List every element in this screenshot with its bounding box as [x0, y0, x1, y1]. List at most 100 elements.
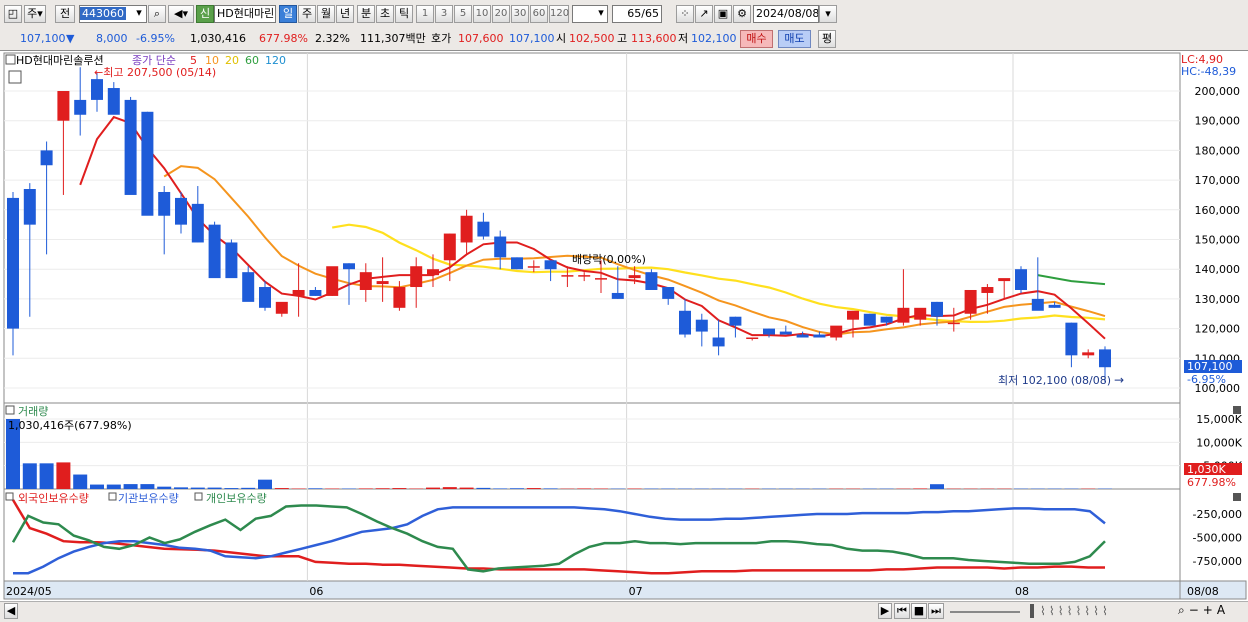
volume-bar — [140, 484, 154, 489]
price-tick-label: 130,000 — [1195, 293, 1241, 306]
interval-60[interactable]: 60 — [530, 5, 548, 23]
count-field[interactable]: 65/65 — [612, 5, 662, 23]
period-minute-label: 분 — [361, 7, 371, 20]
price-tick-label: 150,000 — [1195, 234, 1241, 247]
stop-icon[interactable]: ■ — [911, 603, 927, 619]
candle-body — [897, 308, 909, 323]
calendar-dropdown-icon[interactable]: ▾ — [819, 5, 837, 23]
interval-30[interactable]: 30 — [511, 5, 529, 23]
quote-bar: 107,100 ▼ 8,000 -6.95% 1,030,416 677.98%… — [0, 28, 1248, 51]
price-panel-title: HD현대마린솔루션 — [16, 54, 104, 67]
period-minute[interactable]: 분 — [357, 5, 375, 23]
candle-body — [276, 302, 288, 314]
candle-body — [561, 275, 573, 277]
interval-3[interactable]: 3 — [435, 5, 453, 23]
period-month[interactable]: 월 — [317, 5, 335, 23]
high-value: 113,600 — [631, 31, 677, 47]
crosshair-icon[interactable]: ⁘ — [676, 5, 694, 23]
period-day[interactable]: 일 — [279, 5, 297, 23]
interval-30-label: 30 — [514, 8, 527, 19]
first-page-icon[interactable]: ⏮ — [894, 603, 910, 619]
candle-body — [1049, 305, 1061, 308]
stock-name-field: HD현대마린 — [214, 5, 276, 23]
zoom-controls-icon[interactable]: ⌕−+A — [1178, 603, 1229, 618]
market-select[interactable]: 주▾ — [24, 5, 46, 23]
current-pct-text: -6.95% — [1187, 373, 1226, 386]
interval-5[interactable]: 5 — [454, 5, 472, 23]
candle-body — [629, 275, 641, 278]
high-annotation: ←최고 207,500 (05/14) — [94, 66, 216, 79]
volume-bar — [258, 480, 272, 489]
candle-body — [578, 275, 590, 277]
buy-button[interactable]: 매수 — [740, 30, 773, 48]
period-week-label: 주 — [302, 7, 312, 20]
interval-dropdown-icon[interactable]: ▾ — [594, 5, 608, 23]
candle-body — [679, 311, 691, 335]
volume-bar — [90, 485, 104, 489]
period-year[interactable]: 년 — [336, 5, 354, 23]
chart-canvas[interactable]: 200,000190,000180,000170,000160,000150,0… — [0, 51, 1248, 601]
candle-body — [175, 198, 187, 225]
holding-tick-label: -750,000 — [1193, 555, 1242, 568]
candle-body — [528, 266, 540, 268]
calc-icon[interactable] — [9, 71, 21, 83]
candle-body — [125, 100, 137, 195]
interval-5-label: 5 — [460, 8, 466, 19]
holding-tick-label: -250,000 — [1193, 508, 1242, 521]
period-week[interactable]: 주 — [298, 5, 316, 23]
interval-3-label: 3 — [441, 8, 447, 19]
draw-tool-icon[interactable]: ↗ — [695, 5, 713, 23]
interval-60-label: 60 — [533, 8, 546, 19]
quote-change-pct: -6.95% — [136, 31, 175, 47]
period-tick[interactable]: 틱 — [395, 5, 413, 23]
candle-body — [1099, 349, 1111, 367]
volume-bar — [493, 488, 507, 489]
volume-current-pct: 677.98% — [1187, 476, 1236, 489]
drawing-tools-icons[interactable]: ⌇⌇⌇⌇⌇⌇⌇⌇ — [1040, 604, 1111, 618]
scroll-left-icon[interactable]: ◀ — [4, 603, 18, 619]
volume-bar — [930, 484, 944, 489]
volume-bar — [56, 462, 70, 489]
stock-chart[interactable]: 200,000190,000180,000170,000160,000150,0… — [0, 51, 1248, 601]
open-value: 102,500 — [569, 31, 615, 47]
prev-button[interactable]: 전 — [55, 5, 75, 23]
interval-10[interactable]: 10 — [473, 5, 491, 23]
code-value: 443060 — [80, 7, 126, 20]
interval-1[interactable]: 1 — [416, 5, 434, 23]
volume-bar — [392, 488, 406, 489]
candle-body — [662, 287, 674, 299]
volume-close-icon[interactable] — [1233, 406, 1241, 414]
speaker-icon[interactable]: ◀▾ — [168, 5, 194, 23]
holding-close-icon[interactable] — [1233, 493, 1241, 501]
last-page-icon[interactable]: ⏭ — [928, 603, 944, 619]
quote-volume-ratio: 677.98% — [259, 31, 308, 47]
window-menu-icon[interactable]: ◰ — [4, 5, 22, 23]
volume-title: 거래량 — [18, 405, 48, 418]
zoom-slider-thumb[interactable] — [1030, 604, 1034, 618]
candle-body — [1082, 352, 1094, 355]
code-dropdown-icon[interactable]: ▾ — [132, 5, 146, 23]
date-input[interactable]: 2024/08/08 — [753, 5, 819, 23]
candle-body — [74, 100, 86, 115]
eval-button[interactable]: 평 — [818, 30, 836, 48]
price-tick-label: 140,000 — [1195, 263, 1241, 276]
sell-button[interactable]: 매도 — [778, 30, 811, 48]
zoom-slider[interactable] — [950, 611, 1020, 613]
interval-1-label: 1 — [422, 8, 428, 19]
save-icon[interactable]: ▣ — [714, 5, 732, 23]
chart-scrollbar[interactable]: ◀ ▶ ⏮ ■ ⏭ ⌇⌇⌇⌇⌇⌇⌇⌇ ⌕−+A — [0, 601, 1248, 622]
scroll-right-icon[interactable]: ▶ — [878, 603, 892, 619]
candle-body — [763, 329, 775, 335]
candle-body — [981, 287, 993, 293]
candle-body — [1032, 299, 1044, 311]
search-icon[interactable]: ⌕ — [148, 5, 166, 23]
period-second[interactable]: 초 — [376, 5, 394, 23]
interval-120[interactable]: 120 — [549, 5, 569, 23]
interval-20[interactable]: 20 — [492, 5, 510, 23]
candle-body — [830, 326, 842, 338]
volume-tick-label: 10,000K — [1196, 436, 1242, 449]
candle-body — [914, 308, 926, 320]
candle-body — [965, 290, 977, 314]
candle-body — [746, 338, 758, 340]
gear-icon[interactable]: ⚙ — [733, 5, 751, 23]
